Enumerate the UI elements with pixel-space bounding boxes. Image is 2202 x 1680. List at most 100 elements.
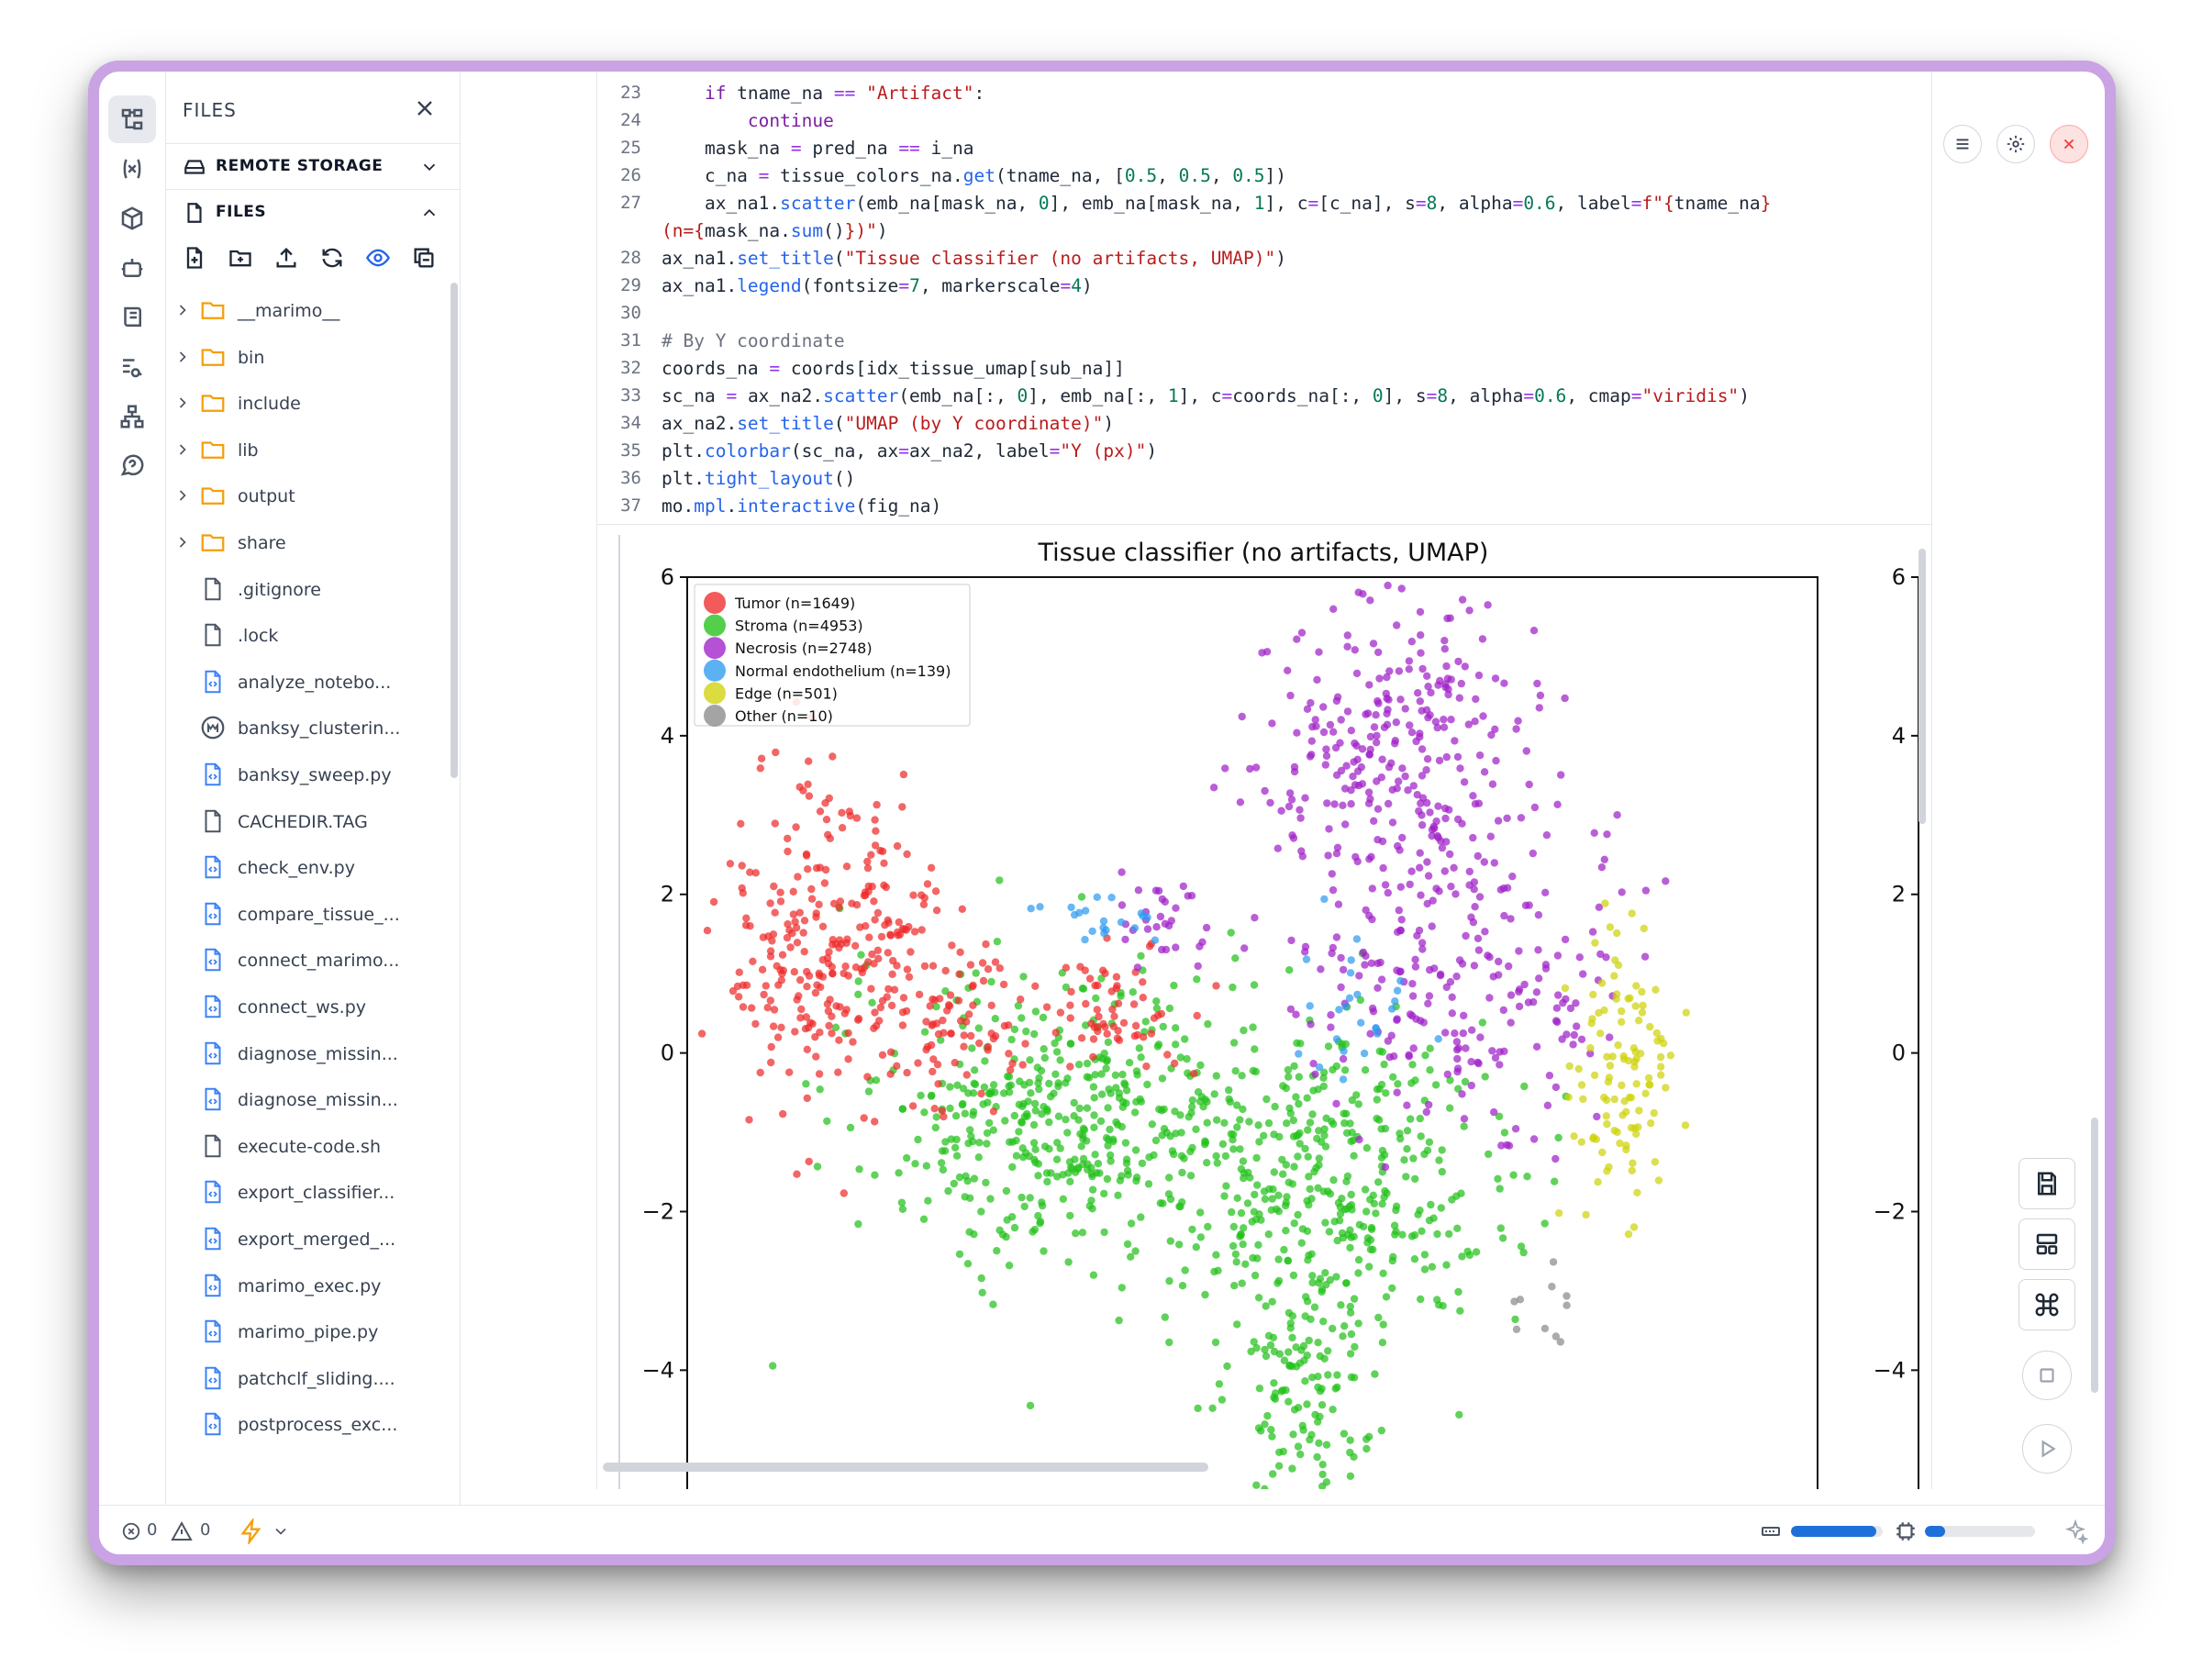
tree-file[interactable]: execute-code.sh — [166, 1126, 441, 1166]
tree-file[interactable]: .gitignore — [166, 569, 441, 609]
settings-button[interactable] — [1996, 125, 2035, 163]
save-button[interactable] — [2018, 1158, 2075, 1209]
output-vertical-scrollbar[interactable] — [1918, 549, 1926, 824]
scatter-point — [1103, 1029, 1111, 1038]
tree-file[interactable]: diagnose_missin... — [166, 1033, 441, 1074]
tree-file[interactable]: export_classifier... — [166, 1172, 441, 1212]
scatter-point — [1368, 885, 1376, 893]
tree-folder[interactable]: lib — [166, 429, 441, 470]
remote-storage-section[interactable]: REMOTE STORAGE — [166, 143, 460, 189]
interrupt-button[interactable] — [2022, 1351, 2072, 1400]
tree-file[interactable]: CACHEDIR.TAG — [166, 801, 441, 841]
scatter-point — [1425, 1100, 1433, 1109]
chevron-right-icon[interactable] — [173, 348, 192, 366]
help-icon[interactable] — [108, 442, 156, 490]
scatter-point — [1529, 1135, 1539, 1143]
scatter-point — [1305, 1336, 1313, 1345]
code-editor[interactable]: 23 if tname_na == "Artifact": 24 continue… — [597, 72, 1931, 525]
menu-button[interactable] — [1943, 125, 1982, 163]
scatter-point — [1273, 844, 1282, 852]
chevron-right-icon[interactable] — [173, 394, 192, 412]
new-file-icon[interactable] — [179, 242, 210, 273]
close-icon[interactable] — [412, 95, 438, 121]
output-horizontal-scrollbar[interactable] — [603, 1463, 1208, 1472]
error-icon[interactable] — [121, 1521, 141, 1541]
chevron-right-icon[interactable] — [173, 301, 192, 319]
layout-button[interactable] — [2018, 1218, 2075, 1270]
scatter-point — [1445, 1229, 1453, 1239]
scatter-point — [1319, 1082, 1328, 1091]
scatter-point — [1142, 1063, 1151, 1071]
shutdown-button[interactable] — [2050, 125, 2088, 163]
scatter-point — [1394, 841, 1402, 851]
scatter-point — [1325, 825, 1333, 833]
sparkle-icon[interactable] — [2063, 1519, 2088, 1544]
files-scrollbar[interactable] — [450, 283, 458, 778]
chevron-right-icon[interactable] — [173, 440, 192, 459]
new-folder-icon[interactable] — [225, 242, 256, 273]
eye-icon[interactable] — [362, 242, 394, 273]
tree-file[interactable]: analyze_notebo... — [166, 662, 441, 702]
tree-file[interactable]: export_merged_... — [166, 1218, 441, 1259]
scratchpad-icon[interactable] — [108, 294, 156, 341]
python-file-icon — [205, 1366, 221, 1390]
scatter-point — [1620, 1097, 1629, 1106]
files-section[interactable]: FILES — [166, 189, 460, 235]
tree-folder[interactable]: __marimo__ — [166, 290, 441, 330]
scatter-point — [1438, 1146, 1446, 1154]
scatter-point — [1377, 1426, 1385, 1435]
tree-file[interactable]: banksy_clusterin... — [166, 707, 441, 748]
scatter-point — [903, 1068, 911, 1077]
page-scrollbar[interactable] — [2091, 1118, 2098, 1393]
refresh-icon[interactable] — [317, 242, 348, 273]
scatter-point — [1327, 1023, 1335, 1031]
lightning-icon[interactable] — [239, 1519, 264, 1544]
packages-icon[interactable] — [108, 195, 156, 242]
chevron-right-icon[interactable] — [173, 486, 192, 505]
scatter-point — [1260, 1187, 1269, 1196]
scatter-point — [1488, 1047, 1496, 1055]
chevron-right-icon[interactable] — [173, 533, 192, 551]
chevron-down-icon[interactable] — [272, 1522, 290, 1541]
chevron-down-icon[interactable] — [419, 157, 439, 177]
tree-folder[interactable]: output — [166, 475, 441, 516]
warning-icon[interactable] — [171, 1520, 193, 1542]
file-explorer-icon[interactable] — [108, 95, 156, 143]
scatter-point — [1198, 938, 1207, 946]
scatter-point — [1396, 883, 1405, 891]
tree-file[interactable]: marimo_exec.py — [166, 1265, 441, 1306]
run-button[interactable] — [2022, 1424, 2072, 1474]
collapse-all-icon[interactable] — [408, 242, 439, 273]
scatter-point — [1136, 1095, 1144, 1104]
tree-file[interactable]: connect_marimo... — [166, 940, 441, 980]
dependencies-icon[interactable] — [108, 393, 156, 440]
tree-file[interactable]: .lock — [166, 615, 441, 655]
scatter-point — [1251, 1271, 1260, 1280]
tree-folder[interactable]: include — [166, 383, 441, 423]
tree-file[interactable]: postprocess_exc... — [166, 1404, 441, 1444]
tree-file[interactable]: marimo_pipe.py — [166, 1311, 441, 1352]
scatter-point — [1350, 1295, 1359, 1303]
scatter-point — [1283, 1193, 1291, 1201]
variables-icon[interactable] — [108, 145, 156, 193]
scatter-point — [1201, 1137, 1209, 1145]
tree-folder[interactable]: share — [166, 522, 441, 562]
scatter-point — [1596, 950, 1605, 959]
command-palette-button[interactable] — [2018, 1279, 2075, 1330]
upload-icon[interactable] — [271, 242, 302, 273]
tree-file[interactable]: compare_tissue_... — [166, 894, 441, 934]
umap-plot[interactable]: Tissue classifier (no artifacts, UMAP)64… — [597, 526, 1931, 1489]
tree-file[interactable]: diagnose_missin... — [166, 1079, 441, 1119]
scatter-point — [1443, 674, 1452, 683]
scatter-point — [1337, 983, 1345, 992]
scatter-point — [1606, 1033, 1614, 1041]
chevron-up-icon[interactable] — [419, 203, 439, 223]
ai-assistant-icon[interactable] — [108, 244, 156, 292]
scatter-point — [1290, 1163, 1298, 1171]
tree-file[interactable]: patchclf_sliding.... — [166, 1358, 441, 1398]
tree-file[interactable]: check_env.py — [166, 847, 441, 887]
tree-file[interactable]: banksy_sweep.py — [166, 754, 441, 795]
tree-folder[interactable]: bin — [166, 337, 441, 377]
outline-icon[interactable] — [108, 343, 156, 391]
tree-file[interactable]: connect_ws.py — [166, 986, 441, 1027]
